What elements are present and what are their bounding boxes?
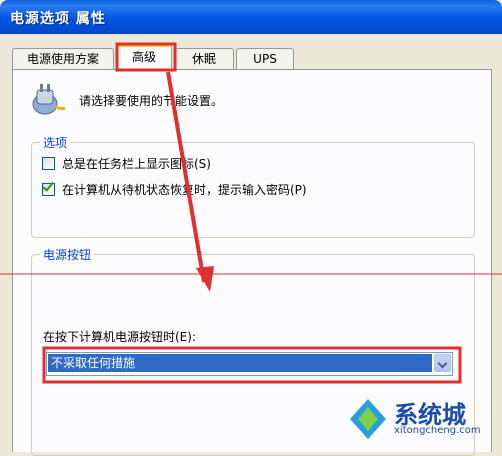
prompt-password-label[interactable]: 在计算机从待机状态恢复时，提示输入密码(P) — [62, 181, 307, 198]
options-legend: 选项 — [40, 134, 71, 151]
power-button-action-value: 不采取任何措施 — [48, 354, 432, 372]
power-buttons-legend: 电源按钮 — [40, 246, 95, 263]
tab-ups[interactable]: UPS — [236, 48, 294, 69]
tab-hibernate[interactable]: 休眠 — [174, 48, 234, 69]
window-title: 电源选项 属性 — [10, 11, 106, 27]
tab-power-schemes[interactable]: 电源使用方案 — [12, 48, 114, 69]
watermark: 系统城 xitongcheng.com — [344, 395, 494, 445]
prompt-password-checkbox[interactable] — [42, 179, 55, 196]
power-button-action-label: 在按下计算机电源按钮时(E): — [43, 330, 196, 344]
power-button-action-select[interactable]: 不采取任何措施 — [46, 352, 453, 376]
power-plug-icon — [32, 84, 66, 115]
intro-text: 请选择要使用的节能设置。 — [79, 94, 224, 108]
checkmark-icon — [42, 179, 54, 192]
tab-advanced[interactable]: 高级 — [116, 44, 172, 72]
chevron-down-icon[interactable] — [434, 354, 451, 372]
show-icon-label[interactable]: 总是在任务栏上显示图标(S) — [62, 155, 211, 172]
watermark-url: xitongcheng.com — [394, 425, 481, 436]
show-icon-checkbox[interactable] — [42, 157, 55, 170]
options-group: 选项 总是在任务栏上显示图标(S) 在计算机从待机状态恢复时，提示输入密码(P) — [31, 134, 475, 238]
title-bar: 电源选项 属性 — [0, 0, 502, 34]
diamond-logo-icon — [350, 399, 386, 439]
